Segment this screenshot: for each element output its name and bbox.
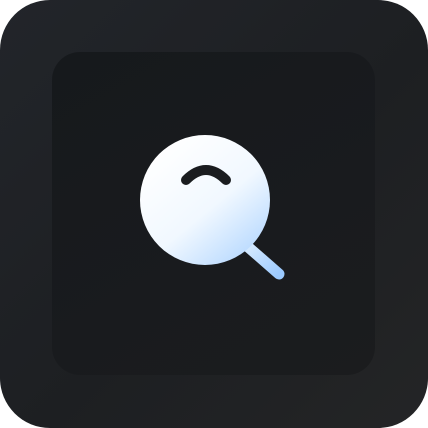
magnifier-handle bbox=[241, 240, 285, 280]
magnifier-lens bbox=[140, 135, 270, 265]
magnifying-glass-icon bbox=[140, 135, 285, 280]
app-icon-search[interactable] bbox=[0, 0, 428, 428]
